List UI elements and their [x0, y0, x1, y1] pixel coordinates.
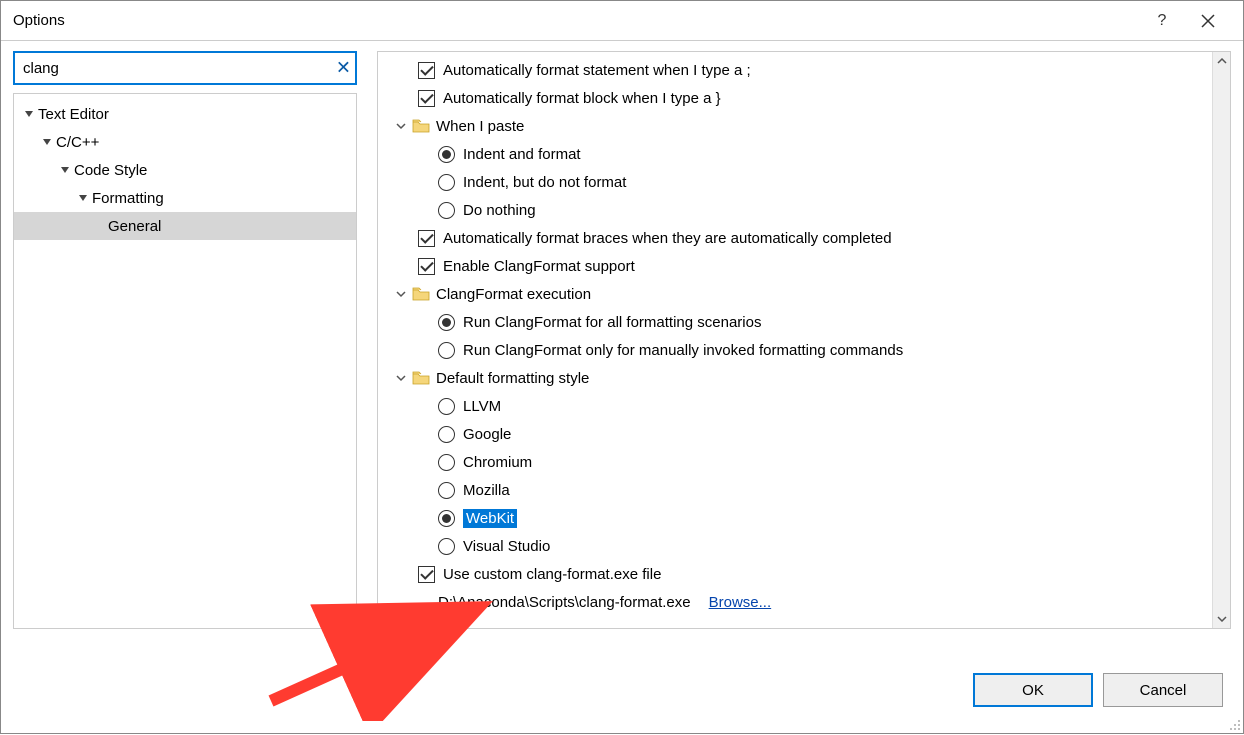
vertical-scrollbar[interactable] [1212, 52, 1230, 628]
tree-item-code-style[interactable]: Code Style [14, 156, 356, 184]
checkbox-icon[interactable] [418, 566, 435, 583]
tree-item-c-cpp[interactable]: C/C++ [14, 128, 356, 156]
option-auto-format-block[interactable]: Automatically format block when I type a… [378, 84, 1212, 112]
option-paste-indent-only[interactable]: Indent, but do not format [378, 168, 1212, 196]
search-input[interactable] [13, 51, 357, 85]
option-style-webkit[interactable]: WebKit [378, 504, 1212, 532]
close-button[interactable] [1185, 1, 1231, 41]
radio-icon[interactable] [438, 314, 455, 331]
browse-link[interactable]: Browse... [709, 594, 772, 611]
tree-item-general[interactable]: General [14, 212, 356, 240]
option-auto-format-statement[interactable]: Automatically format statement when I ty… [378, 56, 1212, 84]
chevron-down-icon [394, 371, 408, 385]
checkbox-icon[interactable] [418, 90, 435, 107]
checkbox-icon[interactable] [418, 62, 435, 79]
checkbox-icon[interactable] [418, 230, 435, 247]
search-wrap: ✕ [13, 51, 357, 85]
option-paste-indent-format[interactable]: Indent and format [378, 140, 1212, 168]
radio-icon[interactable] [438, 538, 455, 555]
help-button[interactable]: ? [1139, 1, 1185, 41]
titlebar: Options ? [1, 1, 1243, 41]
chevron-down-icon [394, 119, 408, 133]
radio-icon[interactable] [438, 482, 455, 499]
close-icon [1201, 14, 1215, 28]
option-cf-run-all[interactable]: Run ClangFormat for all formatting scena… [378, 308, 1212, 336]
search-clear-icon[interactable]: ✕ [336, 58, 351, 79]
checkbox-icon[interactable] [418, 258, 435, 275]
group-when-paste[interactable]: When I paste [378, 112, 1212, 140]
window-title: Options [13, 12, 1139, 29]
option-enable-clangformat[interactable]: Enable ClangFormat support [378, 252, 1212, 280]
folder-icon [412, 287, 430, 301]
radio-icon[interactable] [438, 398, 455, 415]
custom-exe-path: D:\Anaconda\Scripts\clang-format.exe [438, 594, 691, 611]
chevron-down-icon [394, 287, 408, 301]
radio-icon[interactable] [438, 202, 455, 219]
scroll-up-icon[interactable] [1213, 52, 1230, 70]
option-cf-run-manual[interactable]: Run ClangFormat only for manually invoke… [378, 336, 1212, 364]
group-default-style[interactable]: Default formatting style [378, 364, 1212, 392]
ok-button[interactable]: OK [973, 673, 1093, 707]
expand-arrow-icon [76, 191, 90, 205]
radio-icon[interactable] [438, 454, 455, 471]
expand-arrow-icon [22, 107, 36, 121]
options-panel: Automatically format statement when I ty… [378, 52, 1212, 628]
option-style-chromium[interactable]: Chromium [378, 448, 1212, 476]
radio-icon[interactable] [438, 510, 455, 527]
dialog-footer: OK Cancel [1, 647, 1243, 733]
expand-arrow-icon [40, 135, 54, 149]
radio-icon[interactable] [438, 426, 455, 443]
folder-icon [412, 371, 430, 385]
group-clangformat-execution[interactable]: ClangFormat execution [378, 280, 1212, 308]
tree-item-formatting[interactable]: Formatting [14, 184, 356, 212]
resize-grip-icon[interactable] [1227, 717, 1241, 731]
custom-exe-path-row: D:\Anaconda\Scripts\clang-format.exe Bro… [378, 588, 1212, 616]
tree-item-text-editor[interactable]: Text Editor [14, 100, 356, 128]
option-style-mozilla[interactable]: Mozilla [378, 476, 1212, 504]
scroll-down-icon[interactable] [1213, 610, 1230, 628]
option-paste-nothing[interactable]: Do nothing [378, 196, 1212, 224]
radio-icon[interactable] [438, 146, 455, 163]
radio-icon[interactable] [438, 174, 455, 191]
radio-icon[interactable] [438, 342, 455, 359]
expand-arrow-icon [58, 163, 72, 177]
option-style-vs[interactable]: Visual Studio [378, 532, 1212, 560]
options-tree[interactable]: Text Editor C/C++ Code Style Formatting … [13, 93, 357, 629]
option-style-llvm[interactable]: LLVM [378, 392, 1212, 420]
option-style-google[interactable]: Google [378, 420, 1212, 448]
cancel-button[interactable]: Cancel [1103, 673, 1223, 707]
option-auto-format-braces[interactable]: Automatically format braces when they ar… [378, 224, 1212, 252]
option-use-custom-exe[interactable]: Use custom clang-format.exe file [378, 560, 1212, 588]
folder-icon [412, 119, 430, 133]
